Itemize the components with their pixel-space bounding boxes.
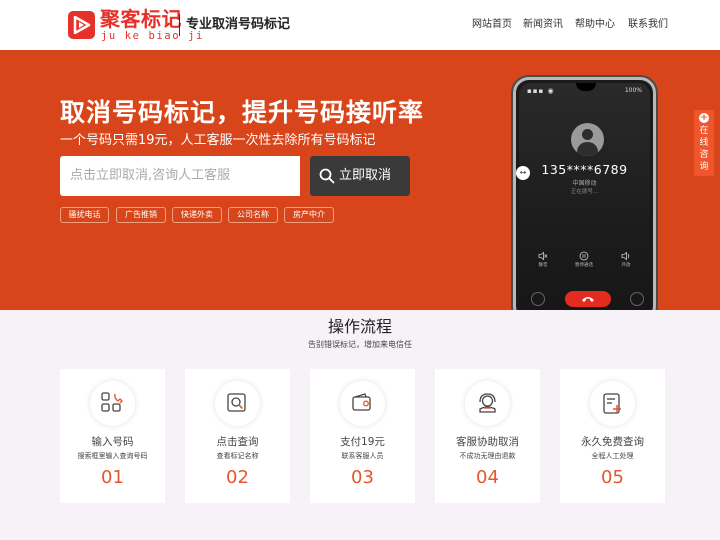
drag-handle-icon[interactable]: ↔: [516, 166, 530, 180]
process-step-2: 点击查询 查看标记名称 02: [185, 369, 290, 503]
step-number: 04: [476, 467, 499, 488]
process-step-3: 支付19元 联系客服人员 03: [310, 369, 415, 503]
logo-text[interactable]: 聚客标记: [100, 8, 182, 30]
cancel-now-button[interactable]: 立即取消: [310, 156, 410, 196]
contact-avatar-icon: [571, 123, 604, 156]
chevron-down-icon: [630, 292, 644, 306]
battery-indicator: 100%: [624, 87, 642, 94]
site-header: 聚客标记 ju ke biao ji 专业取消号码标记 网站首页 新闻资讯 帮助…: [0, 0, 720, 50]
document-add-icon: [590, 381, 635, 426]
step-number: 05: [601, 467, 624, 488]
signal-icon: ▪▪▪ ◉: [527, 87, 555, 95]
hero-banner: 取消号码标记，提升号码接听率 一个号码只需19元，人工客服一次性去除所有号码标记…: [0, 50, 720, 310]
pause-icon: [579, 251, 589, 261]
carrier-name: 中国移动: [572, 180, 597, 187]
step-desc: 查看标记名称: [216, 452, 259, 460]
phone-mockup: ▪▪▪ ◉ 100% 135****6789 中国移动 正在拨号... 静音 暂…: [513, 77, 656, 310]
step-desc: 全程人工处理: [591, 452, 634, 460]
logo-icon[interactable]: [68, 11, 95, 39]
process-step-5: 永久免费查询 全程人工处理 05: [560, 369, 665, 503]
site-slogan: 专业取消号码标记: [186, 17, 291, 32]
mute-icon: [538, 251, 548, 261]
step-number: 02: [226, 467, 249, 488]
hangup-icon: [565, 291, 611, 307]
call-state: 正在拨号...: [570, 189, 599, 195]
phone-screen: ▪▪▪ ◉ 100% 135****6789 中国移动 正在拨号... 静音 暂…: [519, 83, 650, 310]
call-number: 135****6789: [541, 162, 628, 177]
step-number: 01: [101, 467, 124, 488]
process-subtitle: 告别错误标记，增加来电信任: [308, 340, 412, 349]
nav-item-help[interactable]: 帮助中心: [575, 18, 615, 32]
tag-harassment[interactable]: 骚扰电话: [60, 207, 109, 223]
logo-divider: [179, 14, 180, 36]
tag-real-estate[interactable]: 房产中介: [284, 207, 334, 223]
step-desc: 不成功无理由退款: [459, 452, 516, 460]
online-consult-label: 在线咨询: [699, 126, 709, 172]
process-step-4: 客服协助取消 不成功无理由退款 04: [435, 369, 540, 503]
tag-company-name[interactable]: 公司名称: [228, 207, 278, 223]
online-consult-tab[interactable]: + 在线咨询: [694, 110, 714, 176]
process-step-1: 输入号码 搜索框里输入查询号码 01: [60, 369, 165, 503]
tag-advertising[interactable]: 广告推销: [116, 207, 166, 223]
step-desc: 联系客服人员: [341, 452, 384, 460]
hero-subtitle: 一个号码只需19元，人工客服一次性去除所有号码标记: [60, 133, 376, 148]
step-title: 点击查询: [216, 436, 259, 448]
step-number: 03: [351, 467, 374, 488]
process-title: 操作流程: [327, 317, 392, 336]
step-title: 永久免费查询: [581, 436, 644, 448]
keypad-icon: [531, 292, 545, 306]
phone-grid-icon: [90, 381, 135, 426]
nav-item-news[interactable]: 新闻资讯: [523, 18, 563, 32]
step-desc: 搜索框里输入查询号码: [77, 452, 148, 460]
search-input[interactable]: 点击立即取消,咨询人工客服: [60, 156, 300, 196]
search-icon: [319, 168, 335, 184]
cancel-now-label: 立即取消: [339, 168, 392, 183]
tag-delivery[interactable]: 快递外卖: [172, 207, 222, 223]
mute-control: 静音: [528, 251, 558, 269]
headset-icon: [465, 381, 510, 426]
phone-notch: [576, 83, 596, 91]
search-card-icon: [215, 381, 260, 426]
step-title: 客服协助取消: [456, 436, 519, 448]
step-title: 支付19元: [340, 436, 385, 448]
nav-item-home[interactable]: 网站首页: [472, 18, 512, 32]
speaker-control: 外放: [611, 251, 641, 269]
nav-item-contact[interactable]: 联系我们: [628, 18, 668, 32]
plus-icon: +: [699, 113, 709, 123]
step-title: 输入号码: [91, 436, 134, 448]
hold-control: 暂停通话: [569, 251, 599, 269]
wallet-icon: [340, 381, 385, 426]
speaker-icon: [621, 251, 630, 261]
hero-title: 取消号码标记，提升号码接听率: [60, 98, 425, 127]
